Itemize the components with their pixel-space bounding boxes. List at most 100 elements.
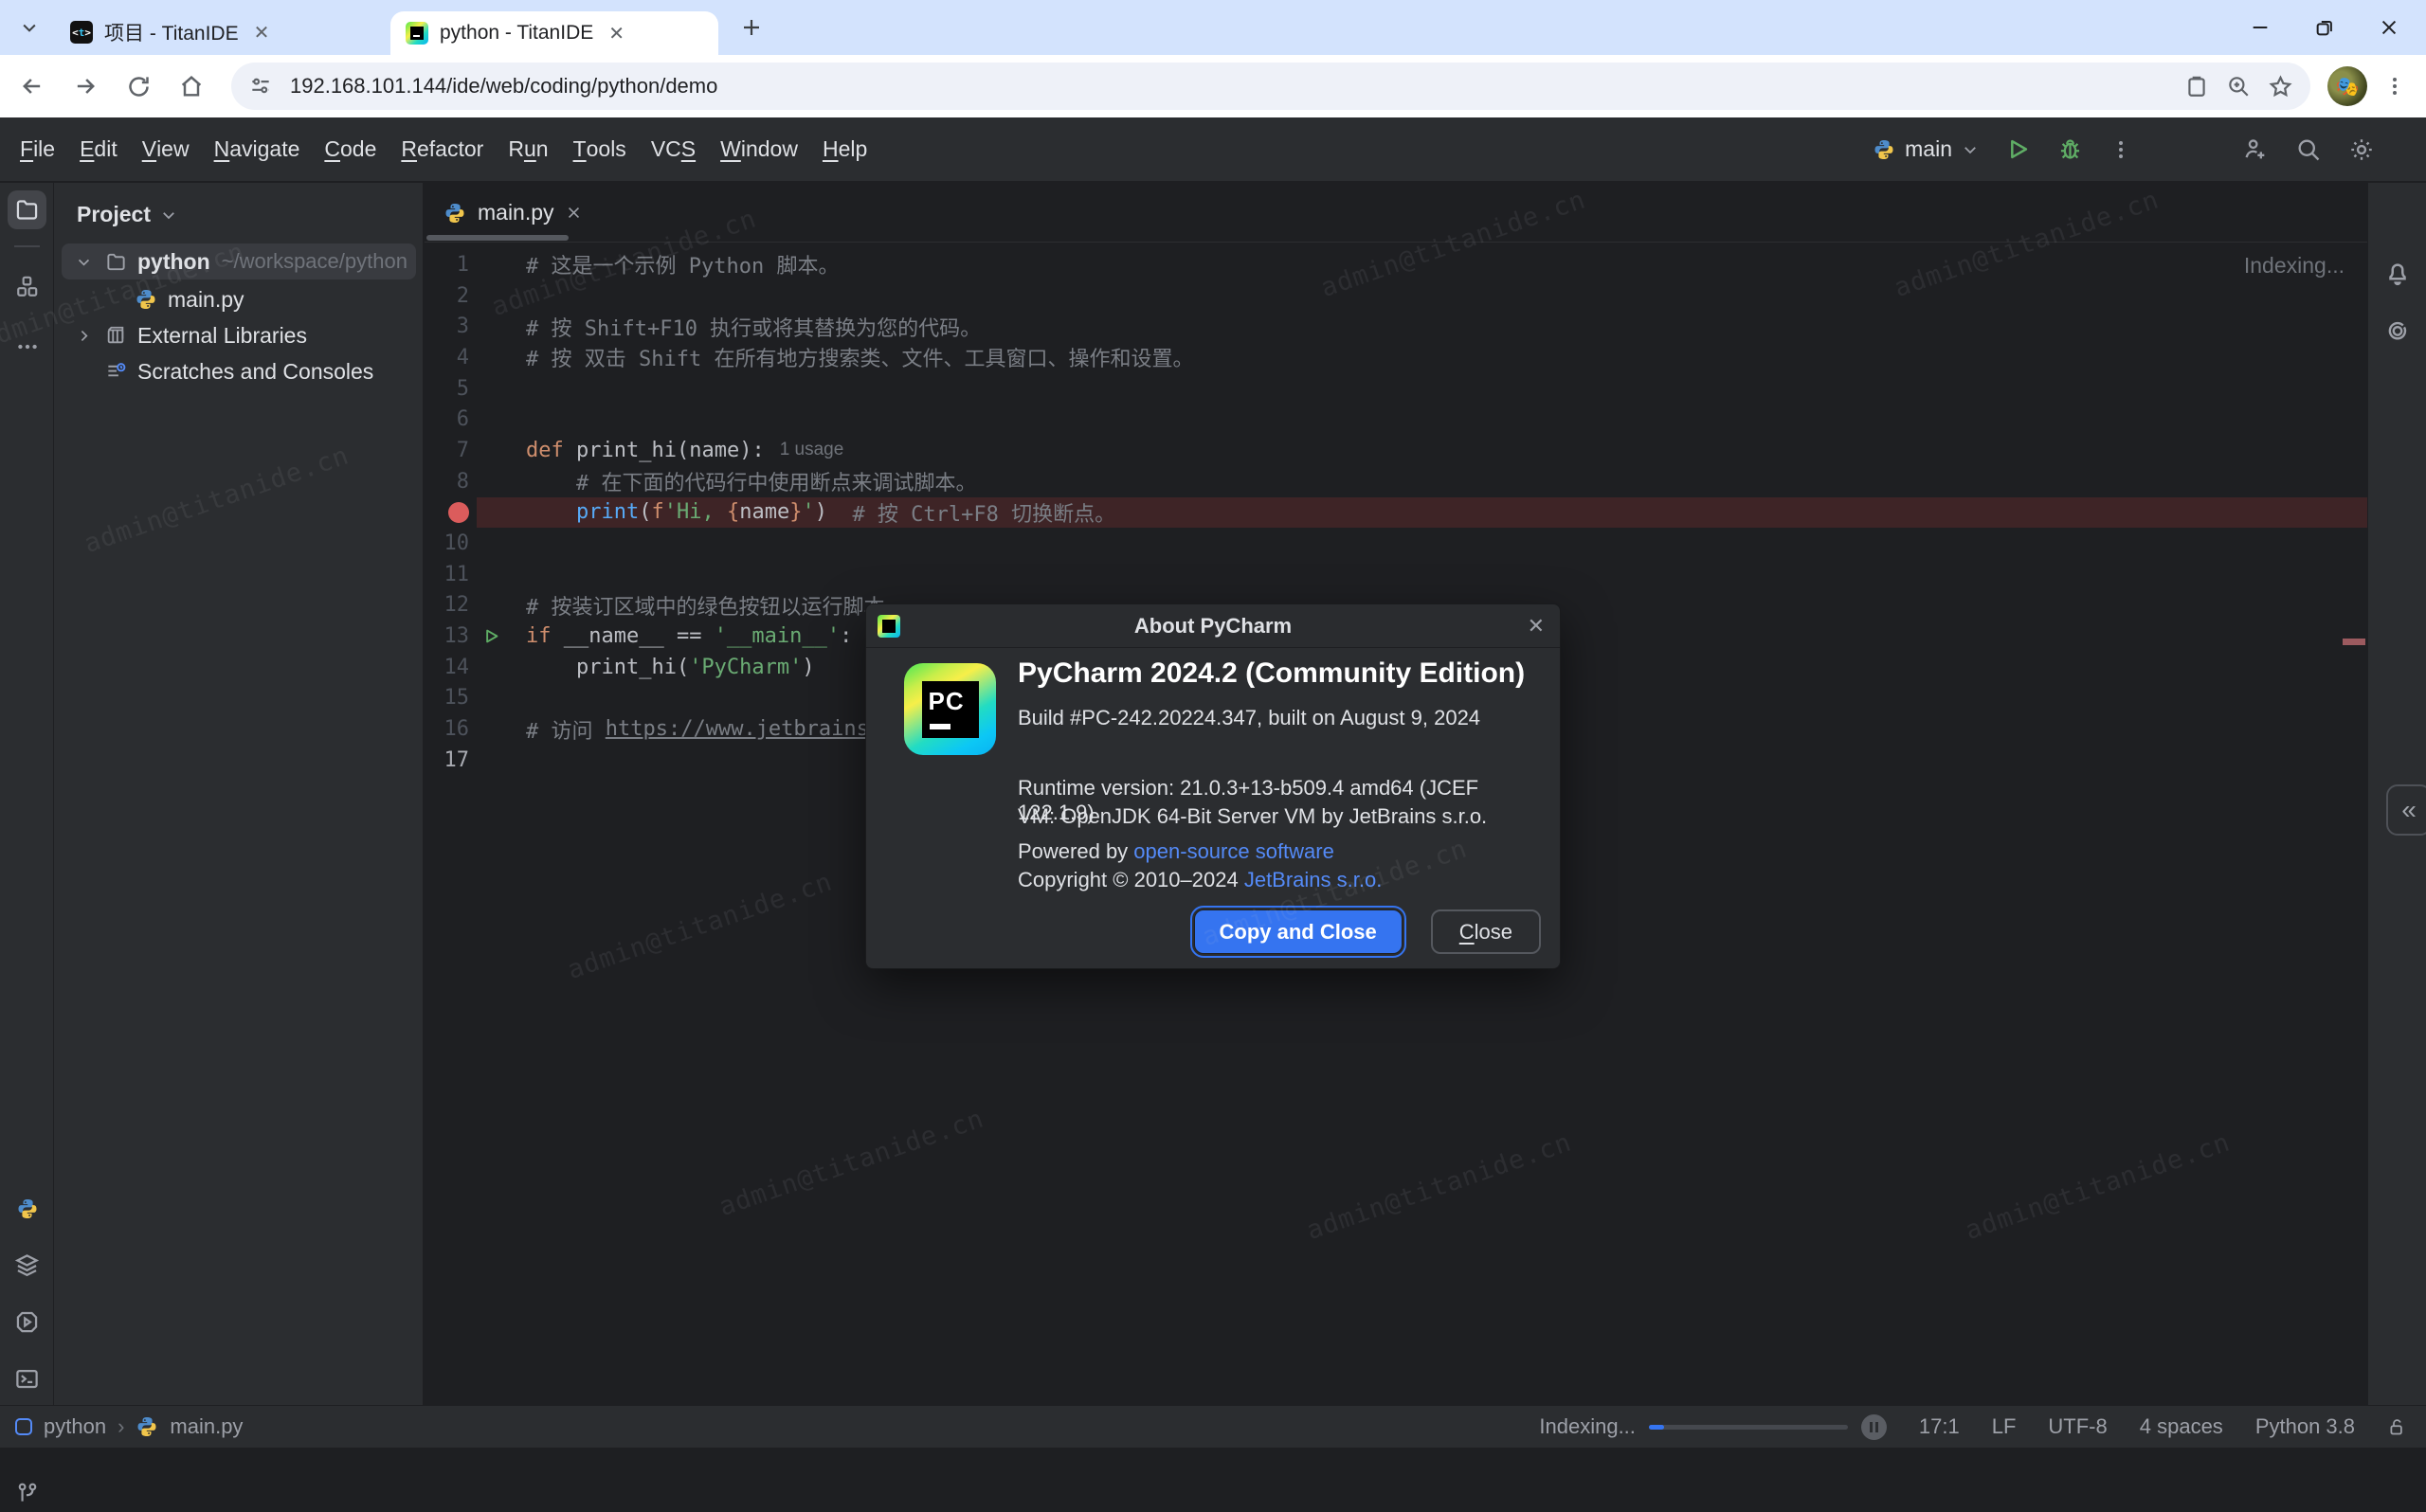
- code-line[interactable]: 1# 这是一个示例 Python 脚本。: [425, 249, 2367, 280]
- menu-run[interactable]: Run: [496, 129, 560, 171]
- close-button[interactable]: Close: [1431, 909, 1541, 954]
- debug-button[interactable]: [2057, 136, 2083, 162]
- code-line[interactable]: 7def print_hi(name):1 usage: [425, 435, 2367, 466]
- menu-view[interactable]: View: [130, 129, 202, 171]
- menu-edit[interactable]: Edit: [67, 129, 130, 171]
- line-number[interactable]: 13: [425, 624, 477, 648]
- services-layers-icon[interactable]: [8, 1246, 46, 1285]
- run-button[interactable]: [2005, 136, 2031, 162]
- back-icon[interactable]: [6, 60, 59, 113]
- git-tool-icon[interactable]: [8, 1473, 46, 1512]
- menu-tools[interactable]: Tools: [561, 129, 639, 171]
- editor-tab-main-py[interactable]: main.py: [430, 183, 595, 243]
- code-with-me-icon[interactable]: [2242, 136, 2269, 163]
- usages-inlay-hint[interactable]: 1 usage: [780, 440, 844, 460]
- chevron-right-icon[interactable]: [71, 328, 96, 344]
- project-panel-header[interactable]: Project: [77, 202, 177, 227]
- notifications-bell-icon[interactable]: [2383, 259, 2412, 287]
- terminal-tool-icon[interactable]: [8, 1359, 46, 1398]
- python-console-icon[interactable]: [8, 1303, 46, 1341]
- line-number[interactable]: 1: [425, 253, 477, 277]
- copy-and-close-button[interactable]: Copy and Close: [1194, 909, 1403, 954]
- tab-close-icon[interactable]: ✕: [608, 22, 625, 45]
- menu-code[interactable]: Code: [312, 129, 389, 171]
- code-line[interactable]: 11: [425, 559, 2367, 590]
- jetbrains-link[interactable]: JetBrains s.r.o.: [1244, 868, 1383, 891]
- code-line[interactable]: 2: [425, 280, 2367, 312]
- line-number[interactable]: 6: [425, 407, 477, 431]
- breadcrumb-project[interactable]: python: [44, 1414, 106, 1439]
- run-gutter-icon[interactable]: [477, 621, 526, 652]
- tree-row-main-py[interactable]: main.py: [62, 281, 416, 317]
- zoom-in-icon[interactable]: [2226, 74, 2251, 99]
- run-config-widget[interactable]: main: [1873, 136, 1979, 162]
- menu-window[interactable]: Window: [708, 129, 810, 171]
- status-indent[interactable]: 4 spaces: [2140, 1414, 2223, 1439]
- home-icon[interactable]: [165, 60, 218, 113]
- search-everywhere-icon[interactable]: [2295, 136, 2322, 163]
- reload-icon[interactable]: [112, 60, 165, 113]
- error-stripe-breakpoint-mark[interactable]: [2343, 639, 2365, 645]
- close-tab-icon[interactable]: [566, 205, 582, 221]
- forward-icon[interactable]: [59, 60, 112, 113]
- menu-navigate[interactable]: Navigate: [202, 129, 313, 171]
- line-number[interactable]: 14: [425, 656, 477, 679]
- line-number[interactable]: 10: [425, 531, 477, 555]
- tree-row-project-root[interactable]: python ~/workspace/python: [62, 243, 416, 279]
- line-number[interactable]: 3: [425, 315, 477, 338]
- browser-tab-python[interactable]: python - TitanIDE ✕: [390, 11, 718, 55]
- code-line[interactable]: 4# 按 双击 Shift 在所有地方搜索类、文件、工具窗口、操作和设置。: [425, 342, 2367, 373]
- url-text[interactable]: 192.168.101.144/ide/web/coding/python/de…: [290, 74, 2184, 99]
- open-source-link[interactable]: open-source software: [1133, 839, 1334, 863]
- tree-row-external-libraries[interactable]: External Libraries: [62, 317, 416, 353]
- code-line[interactable]: 10: [425, 528, 2367, 559]
- browser-menu-icon[interactable]: [2373, 75, 2417, 98]
- line-number[interactable]: 12: [425, 593, 477, 617]
- breakpoint-dot[interactable]: [425, 502, 477, 523]
- code-line[interactable]: 8 # 在下面的代码行中使用断点来调试脚本。: [425, 466, 2367, 497]
- dialog-title-bar[interactable]: About PyCharm ✕: [866, 604, 1560, 648]
- restore-icon[interactable]: [2314, 17, 2335, 38]
- line-number[interactable]: 2: [425, 284, 477, 308]
- code-line[interactable]: print(f'Hi, {name}') # 按 Ctrl+F8 切换断点。: [425, 497, 2367, 529]
- menu-help[interactable]: Help: [810, 129, 879, 171]
- pause-indexing-icon[interactable]: [1861, 1414, 1887, 1440]
- code-line[interactable]: 6: [425, 404, 2367, 435]
- line-number[interactable]: 17: [425, 748, 477, 772]
- expand-panel-chevrons-icon[interactable]: «: [2386, 784, 2426, 836]
- indexing-progress-widget[interactable]: Indexing...: [1539, 1414, 1887, 1440]
- status-caret-position[interactable]: 17:1: [1919, 1414, 1960, 1439]
- bookmark-star-icon[interactable]: [2268, 74, 2293, 99]
- line-number[interactable]: 15: [425, 686, 477, 710]
- line-number[interactable]: 7: [425, 439, 477, 462]
- unlocked-padlock-icon[interactable]: [2387, 1417, 2407, 1437]
- more-tool-windows-icon[interactable]: [8, 327, 46, 366]
- clipboard-icon[interactable]: [2184, 74, 2209, 99]
- avatar[interactable]: 🎭: [2327, 66, 2367, 106]
- line-number[interactable]: 5: [425, 377, 477, 401]
- tree-row-scratches[interactable]: Scratches and Consoles: [62, 353, 416, 389]
- menu-vcs[interactable]: VCS: [639, 129, 708, 171]
- line-number[interactable]: 8: [425, 470, 477, 494]
- status-line-separator[interactable]: LF: [1992, 1414, 2017, 1439]
- menu-refactor[interactable]: Refactor: [389, 129, 496, 171]
- status-interpreter[interactable]: Python 3.8: [2255, 1414, 2355, 1439]
- structure-tool-icon[interactable]: [8, 266, 46, 305]
- address-bar[interactable]: 192.168.101.144/ide/web/coding/python/de…: [231, 63, 2310, 110]
- breadcrumb-file[interactable]: main.py: [170, 1414, 243, 1439]
- tab-search-chevron-icon[interactable]: [15, 13, 44, 42]
- site-info-icon[interactable]: [248, 74, 273, 99]
- chevron-down-icon[interactable]: [71, 254, 96, 270]
- menu-file[interactable]: File: [8, 129, 67, 171]
- line-number[interactable]: 16: [425, 717, 477, 741]
- tab-close-icon[interactable]: ✕: [254, 21, 270, 45]
- more-actions-icon[interactable]: [2109, 138, 2132, 161]
- settings-gear-icon[interactable]: [2348, 136, 2375, 163]
- code-line[interactable]: 5: [425, 373, 2367, 405]
- line-number[interactable]: 4: [425, 346, 477, 369]
- code-line[interactable]: 3# 按 Shift+F10 执行或将其替换为您的代码。: [425, 311, 2367, 342]
- ai-assistant-icon[interactable]: [2383, 317, 2412, 346]
- python-packages-icon[interactable]: [8, 1189, 46, 1228]
- dialog-close-icon[interactable]: ✕: [1528, 614, 1545, 639]
- status-encoding[interactable]: UTF-8: [2048, 1414, 2107, 1439]
